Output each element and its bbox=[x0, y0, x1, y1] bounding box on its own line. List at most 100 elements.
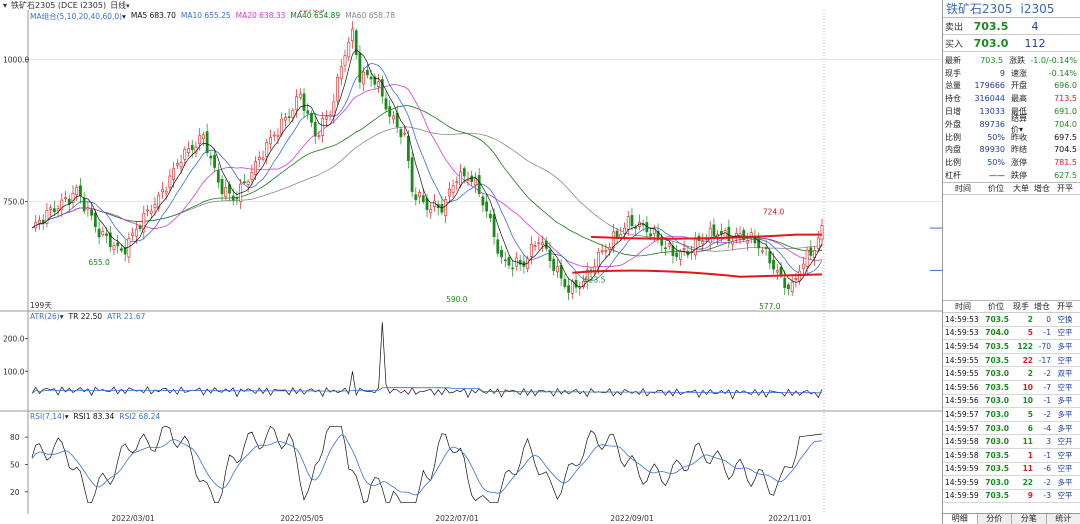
stat-value: 316044 bbox=[974, 94, 1005, 104]
ask-row[interactable]: 卖出 703.5 4 bbox=[943, 18, 1080, 35]
stat-row: 现手 9 速涨 -0.14% bbox=[943, 67, 1080, 80]
tick-cell: 9 bbox=[1027, 491, 1033, 501]
candle-body bbox=[600, 250, 604, 253]
tick-cell: 14:59:53 bbox=[945, 314, 979, 324]
ma-group-selector[interactable]: MA组合(5,10,20,40,60,0)▾ bbox=[30, 11, 126, 22]
tick-row[interactable]: 14:59:53 704.0 5 -1 空平 bbox=[943, 327, 1080, 341]
candle-body bbox=[79, 185, 82, 197]
candle-body bbox=[626, 216, 630, 230]
ma-legend-item: MA10 655.25 bbox=[180, 11, 231, 20]
rsi-axis-label: 50 bbox=[10, 461, 20, 470]
candle-body bbox=[362, 71, 366, 85]
quote-tabs: 明细 分价 分笔 统计 bbox=[943, 513, 1080, 524]
candle-body bbox=[276, 134, 280, 137]
candle-body bbox=[116, 242, 120, 247]
candle-body bbox=[90, 209, 94, 216]
tick-row[interactable]: 14:59:58 703.5 1 -1 空平 bbox=[943, 449, 1080, 463]
chart-title-bar: ▾ 铁矿石2305 (DCE i2305) 日线▾ bbox=[0, 0, 942, 10]
tab-2[interactable]: 分笔 bbox=[1012, 514, 1047, 524]
candle-body bbox=[187, 148, 190, 154]
candle-body bbox=[414, 194, 418, 201]
instrument-code: i2305 bbox=[1020, 1, 1055, 16]
tick-cell: 703.0 bbox=[985, 409, 1009, 419]
period-selector[interactable]: 日线▾ bbox=[110, 0, 130, 11]
stat-label: 外盘 bbox=[945, 119, 961, 129]
tick-cell: 703.5 bbox=[985, 341, 1009, 351]
candle-body bbox=[667, 243, 671, 247]
tick-row[interactable]: 14:59:57 703.0 5 -2 多平 bbox=[943, 408, 1080, 422]
candle-body bbox=[82, 197, 86, 212]
stat-value: -0.14% bbox=[1048, 68, 1077, 78]
big-order-list bbox=[943, 195, 1080, 301]
tick-row[interactable]: 14:59:59 703.5 11 -6 空平 bbox=[943, 463, 1080, 477]
bid-row[interactable]: 买入 703.0 112 bbox=[943, 35, 1080, 52]
candle-body bbox=[306, 110, 310, 114]
stat-label: 速涨 bbox=[1011, 68, 1027, 78]
candle-body bbox=[127, 238, 131, 258]
tick-cell: 703.0 bbox=[985, 423, 1009, 433]
tick-row[interactable]: 14:59:58 703.0 11 3 空开 bbox=[943, 435, 1080, 449]
candle-body bbox=[172, 168, 176, 180]
tick-row[interactable]: 14:59:53 703.5 2 0 空换 bbox=[943, 313, 1080, 327]
candle-body bbox=[529, 243, 533, 257]
candle-body bbox=[369, 76, 373, 80]
rsi-group-selector[interactable]: RSI(7,14)▾ bbox=[30, 412, 69, 421]
tick-cell: 14:59:55 bbox=[945, 355, 979, 365]
candle-body bbox=[224, 187, 228, 197]
bar-count-label: 199天 bbox=[30, 301, 52, 310]
candle-body bbox=[246, 181, 250, 185]
ma-legend-item: MA60 658.78 bbox=[345, 11, 395, 20]
candle-body bbox=[254, 161, 257, 175]
candle-body bbox=[794, 278, 798, 280]
candle-body bbox=[649, 233, 652, 237]
tab-3[interactable]: 统计 bbox=[1047, 514, 1080, 524]
tick-header: 时间 价位 现手 增仓 开平 bbox=[943, 301, 1080, 313]
tab-0[interactable]: 明细 bbox=[943, 514, 978, 524]
atr-axis-label: 200.0 bbox=[3, 335, 25, 344]
candle-body bbox=[447, 188, 451, 197]
stat-label: 昨结 bbox=[1011, 145, 1027, 155]
candle-body bbox=[388, 106, 392, 117]
tick-cell: 703.0 bbox=[985, 369, 1009, 379]
stat-value: 704.0 bbox=[1054, 119, 1077, 129]
chart-canvas[interactable]: 1000.0750.01070.0655.0590.0623.5577.0724… bbox=[0, 10, 942, 514]
tick-row[interactable]: 14:59:56 703.0 10 -1 多平 bbox=[943, 395, 1080, 409]
candle-body bbox=[149, 210, 153, 214]
kline-chart[interactable]: 1000.0750.01070.0655.0590.0623.5577.0724… bbox=[0, 10, 942, 514]
tick-cell: 703.5 bbox=[985, 491, 1009, 501]
collapse-arrow-icon[interactable]: ▾ bbox=[3, 1, 7, 10]
tick-list[interactable]: 14:59:53 703.5 2 0 空换 14:59:53 704.0 5 -1 空平 14:59… bbox=[943, 313, 1080, 504]
tick-row[interactable]: 14:59:56 703.5 10 -7 空平 bbox=[943, 381, 1080, 395]
tick-cell: 1 bbox=[1027, 450, 1033, 460]
candle-body bbox=[474, 178, 477, 186]
candle-body bbox=[470, 175, 474, 182]
tick-row[interactable]: 14:59:59 703.5 9 -3 空平 bbox=[943, 490, 1080, 504]
tick-cell: 14:59:54 bbox=[945, 341, 979, 351]
stat-value: 691.0 bbox=[1054, 107, 1077, 117]
atr-legend-item: ATR 21.67 bbox=[107, 312, 146, 321]
tick-row[interactable]: 14:59:55 703.5 22 -17 空平 bbox=[943, 354, 1080, 368]
candle-body bbox=[477, 175, 481, 194]
tick-row[interactable]: 14:59:57 703.0 6 -4 多平 bbox=[943, 422, 1080, 436]
candle-body bbox=[429, 209, 433, 214]
tick-row[interactable]: 14:59:54 703.5 122 -70 多平 bbox=[943, 340, 1080, 354]
tick-cell: 多平 bbox=[1057, 477, 1073, 487]
stat-value: 703.5 bbox=[980, 55, 1004, 65]
tick-cell: 703.5 bbox=[985, 382, 1009, 392]
tick-cell: 空平 bbox=[1057, 382, 1073, 392]
candle-body bbox=[742, 230, 746, 241]
candle-body bbox=[93, 212, 97, 228]
atr-group-selector[interactable]: ATR(26)▾ bbox=[30, 312, 64, 321]
candle-body bbox=[615, 230, 619, 237]
tick-cell: -17 bbox=[1038, 355, 1051, 365]
tick-cell: 空换 bbox=[1057, 314, 1073, 324]
candle-body bbox=[179, 162, 183, 168]
stat-value: 9 bbox=[999, 68, 1005, 78]
tick-cell: 703.5 bbox=[985, 314, 1009, 324]
tab-1[interactable]: 分价 bbox=[978, 514, 1012, 524]
ma-legend-item: MA40 654.89 bbox=[290, 11, 341, 20]
tick-row[interactable]: 14:59:55 703.0 2 -2 双平 bbox=[943, 367, 1080, 381]
tick-row[interactable]: 14:59:59 703.0 22 -2 多平 bbox=[943, 476, 1080, 490]
stat-value: —— bbox=[989, 171, 1005, 181]
candle-body bbox=[235, 197, 239, 200]
